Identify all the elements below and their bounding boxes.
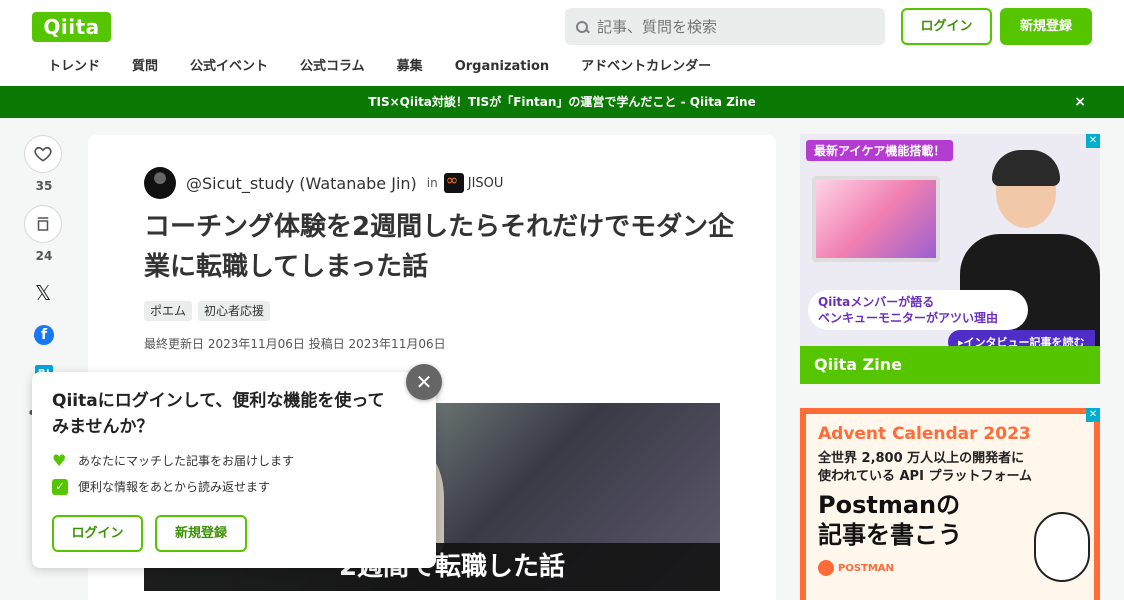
stock-icon	[37, 217, 49, 231]
x-share-icon[interactable]: 𝕏	[24, 281, 62, 305]
nav-official-columns[interactable]: 公式コラム	[300, 56, 365, 78]
monitor-image	[812, 176, 940, 262]
nav-official-events[interactable]: 公式イベント	[190, 56, 268, 78]
postman-brand: POSTMAN	[818, 560, 894, 576]
ad-choices-icon[interactable]: ✕	[1086, 408, 1100, 422]
article-title: コーチング体験を2週間したらそれだけでモダン企業に転職してしまった話	[144, 212, 735, 282]
banner-close-icon[interactable]: ×	[1074, 86, 1086, 118]
qiita-logo[interactable]: Qiita	[32, 12, 111, 42]
heart-icon: ♥	[52, 450, 67, 470]
ad-bubble-line: Qiitaメンバーが語る	[818, 295, 935, 309]
author-row: @Sicut_study (Watanabe Jin) in JISOU	[144, 167, 503, 199]
like-button[interactable]	[24, 135, 62, 173]
ad2-headline: Postmanの 記事を書こう	[818, 490, 962, 550]
postman-brand-text: POSTMAN	[838, 562, 894, 574]
qiita-zine-footer: Qiita Zine	[800, 346, 1100, 384]
nav-organization[interactable]: Organization	[455, 56, 549, 78]
postman-logo-icon	[818, 560, 834, 576]
nav-recruit[interactable]: 募集	[397, 56, 423, 78]
organization-logo-icon[interactable]	[443, 171, 464, 193]
stock-count: 24	[35, 249, 53, 263]
article-dates: 最終更新日 2023年11月06日 投稿日 2023年11月06日	[144, 337, 446, 351]
author-avatar[interactable]	[144, 167, 176, 199]
benefit-item: ♥ あなたにマッチした記事をお届けします	[52, 452, 294, 469]
ad2-subtitle-line: 使われている API プラットフォーム	[818, 469, 1033, 484]
ad2-headline-line: Postmanの	[818, 491, 961, 519]
postman-ad[interactable]: Advent Calendar 2023 全世界 2,800 万人以上の開発者に…	[800, 408, 1100, 600]
benefit-text: 便利な情報をあとから読み返せます	[78, 480, 271, 494]
announcement-banner: TIS×Qiita対談！TISが「Fintan」の運営で学んだこと - Qiit…	[0, 86, 1124, 118]
popup-title: Qiitaにログインして、便利な機能を使ってみませんか？	[52, 391, 385, 437]
in-label: in	[426, 176, 438, 190]
ad-bubble: Qiitaメンバーが語る ベンキューモニターがアツい理由	[808, 290, 1028, 330]
author-name[interactable]: @Sicut_study (Watanabe Jin)	[186, 174, 417, 193]
login-prompt-popup: Qiitaにログインして、便利な機能を使ってみませんか？ ♥ あなたにマッチした…	[32, 372, 436, 568]
login-button[interactable]: ログイン	[901, 8, 992, 45]
astronaut-illustration	[1034, 512, 1090, 582]
search-box[interactable]	[565, 8, 885, 45]
ad-choices-icon[interactable]: ✕	[1086, 134, 1100, 148]
signup-button[interactable]: 新規登録	[1000, 8, 1092, 45]
like-count: 35	[35, 179, 53, 193]
ad2-headline-line: 記事を書こう	[818, 521, 962, 549]
stock-button[interactable]	[24, 205, 62, 243]
site-header: Qiita ログイン 新規登録 トレンド 質問 公式イベント 公式コラム 募集 …	[0, 0, 1124, 86]
ad2-title: Advent Calendar 2023	[818, 424, 1031, 444]
check-icon: ✓	[52, 478, 68, 495]
nav-advent-calendar[interactable]: アドベントカレンダー	[581, 56, 711, 78]
heart-icon	[34, 146, 52, 162]
ad2-subtitle-line: 全世界 2,800 万人以上の開発者に	[818, 451, 1025, 466]
benefit-item: ✓ 便利な情報をあとから読み返せます	[52, 478, 270, 495]
search-icon	[573, 18, 591, 36]
nav-questions[interactable]: 質問	[132, 56, 158, 78]
ad2-subtitle: 全世界 2,800 万人以上の開発者に 使われている API プラットフォーム	[818, 450, 1088, 486]
main-nav: トレンド 質問 公式イベント 公式コラム 募集 Organization アドベ…	[32, 56, 727, 78]
nav-trend[interactable]: トレンド	[48, 56, 100, 78]
benefit-text: あなたにマッチした記事をお届けします	[78, 454, 295, 468]
popup-close-icon[interactable]: ✕	[406, 364, 442, 400]
ad-bubble-line: ベンキューモニターがアツい理由	[818, 311, 999, 325]
ad-badge: 最新アイケア機能搭載！	[806, 140, 954, 161]
benq-ad[interactable]: 最新アイケア機能搭載！ ✕ Qiitaメンバーが語る ベンキューモニターがアツい…	[800, 134, 1100, 384]
tag-list: ポエム 初心者応援	[144, 301, 276, 321]
search-input[interactable]	[597, 17, 877, 36]
tag-beginner-support[interactable]: 初心者応援	[198, 301, 271, 321]
organization-name[interactable]: JISOU	[468, 176, 504, 191]
facebook-share-icon[interactable]: f	[34, 325, 54, 345]
popup-signup-button[interactable]: 新規登録	[155, 515, 247, 552]
popup-login-button[interactable]: ログイン	[52, 515, 143, 552]
banner-link[interactable]: TIS×Qiita対談！TISが「Fintan」の運営で学んだこと - Qiit…	[368, 95, 755, 109]
tag-poem[interactable]: ポエム	[144, 301, 193, 321]
